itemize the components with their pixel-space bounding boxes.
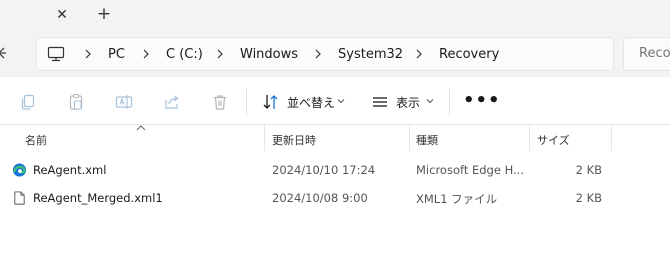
column-size[interactable]: サイズ bbox=[537, 132, 570, 148]
file-name[interactable]: ReAgent_Merged.xml1 bbox=[33, 191, 163, 205]
address-bar[interactable]: PC C (C:) Windows System32 Recovery bbox=[36, 37, 614, 71]
breadcrumb-chevron-icon[interactable] bbox=[215, 46, 225, 62]
more-options-button[interactable]: ••• bbox=[463, 90, 501, 111]
breadcrumb-chevron-icon[interactable] bbox=[414, 46, 424, 62]
breadcrumb-recovery[interactable]: Recovery bbox=[439, 46, 499, 63]
column-divider[interactable] bbox=[409, 125, 410, 151]
column-divider[interactable] bbox=[611, 125, 612, 151]
toolbar-divider bbox=[246, 89, 247, 115]
column-header-row: 名前 更新日時 種類 サイズ bbox=[0, 125, 670, 151]
file-modified: 2024/10/10 17:24 bbox=[272, 163, 376, 177]
close-tab-button[interactable]: ✕ bbox=[52, 5, 72, 25]
delete-icon[interactable] bbox=[211, 93, 229, 111]
file-row[interactable]: ReAgent_Merged.xml1 2024/10/08 9:00 XML1… bbox=[0, 184, 670, 212]
search-box[interactable]: Recove bbox=[623, 37, 670, 71]
column-modified[interactable]: 更新日時 bbox=[272, 132, 316, 148]
pc-icon[interactable] bbox=[47, 46, 65, 62]
sort-icon[interactable] bbox=[262, 93, 280, 111]
sort-ascending-icon bbox=[136, 125, 146, 131]
breadcrumb-pc[interactable]: PC bbox=[108, 46, 125, 63]
share-icon[interactable] bbox=[163, 93, 181, 111]
file-type: Microsoft Edge H... bbox=[416, 163, 524, 177]
breadcrumb-system32[interactable]: System32 bbox=[338, 46, 403, 63]
breadcrumb-windows[interactable]: Windows bbox=[240, 46, 298, 63]
edge-icon bbox=[12, 163, 27, 177]
file-type: XML1 ファイル bbox=[416, 192, 498, 206]
copy-icon[interactable] bbox=[19, 93, 37, 111]
back-arrow-icon[interactable] bbox=[0, 45, 8, 61]
file-size: 2 KB bbox=[575, 163, 602, 177]
file-row[interactable]: ReAgent.xml 2024/10/10 17:24 Microsoft E… bbox=[0, 156, 670, 184]
view-icon[interactable] bbox=[371, 93, 389, 111]
command-bar: 並べ替え 表示 ••• bbox=[0, 77, 670, 125]
column-name[interactable]: 名前 bbox=[25, 132, 47, 148]
column-divider[interactable] bbox=[264, 125, 265, 151]
file-size: 2 KB bbox=[575, 191, 602, 205]
chevron-down-icon[interactable] bbox=[426, 97, 434, 105]
search-placeholder: Recove bbox=[639, 46, 670, 61]
file-icon bbox=[14, 191, 25, 205]
breadcrumb-chevron-icon[interactable] bbox=[141, 46, 151, 62]
file-name[interactable]: ReAgent.xml bbox=[33, 163, 106, 177]
column-type[interactable]: 種類 bbox=[416, 132, 438, 148]
file-modified: 2024/10/08 9:00 bbox=[272, 191, 368, 205]
rename-icon[interactable] bbox=[115, 93, 133, 111]
breadcrumb-chevron-icon[interactable] bbox=[313, 46, 323, 62]
paste-icon[interactable] bbox=[67, 93, 85, 111]
sort-button[interactable]: 並べ替え bbox=[287, 94, 335, 111]
view-button[interactable]: 表示 bbox=[396, 94, 420, 111]
breadcrumb-drive-c[interactable]: C (C:) bbox=[166, 46, 203, 63]
address-row: PC C (C:) Windows System32 Recovery Reco… bbox=[0, 31, 670, 77]
new-tab-button[interactable]: + bbox=[94, 4, 114, 24]
breadcrumb-chevron-icon[interactable] bbox=[83, 46, 93, 62]
column-divider[interactable] bbox=[529, 125, 530, 151]
tab-strip: ✕ + bbox=[0, 0, 670, 31]
chevron-down-icon[interactable] bbox=[337, 97, 345, 105]
toolbar-divider bbox=[449, 89, 450, 115]
